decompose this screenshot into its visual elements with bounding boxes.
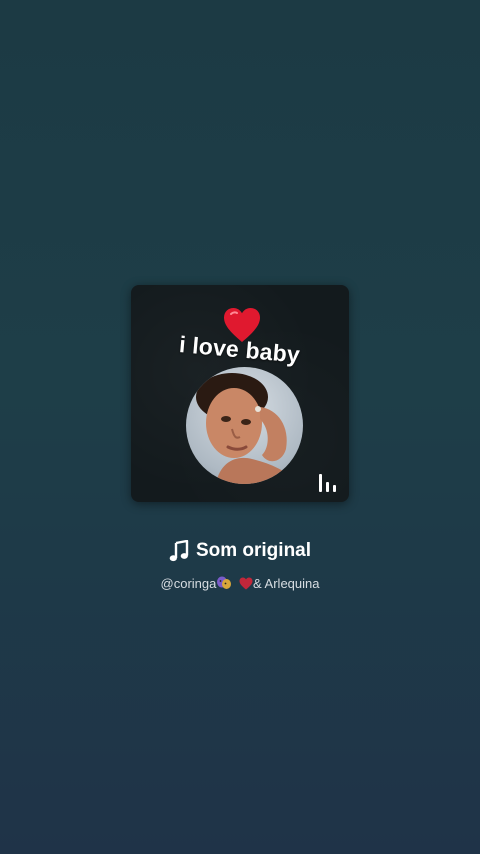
heart-emoji-icon xyxy=(239,577,253,590)
creator-handle: @coringa xyxy=(160,576,217,591)
sound-title: Som original xyxy=(195,540,312,561)
sound-creator[interactable]: @coringa & Arlequina xyxy=(0,576,480,591)
cover-photo xyxy=(186,367,303,484)
masks-emoji-icon xyxy=(217,576,232,589)
sound-cover-art[interactable]: i love baby xyxy=(131,285,349,502)
person-photo-illustration xyxy=(196,373,303,484)
creator-suffix: & Arlequina xyxy=(252,576,320,591)
sound-title-row: Som original xyxy=(0,540,480,562)
playing-bars-icon xyxy=(319,474,337,492)
music-note-icon xyxy=(169,540,189,562)
